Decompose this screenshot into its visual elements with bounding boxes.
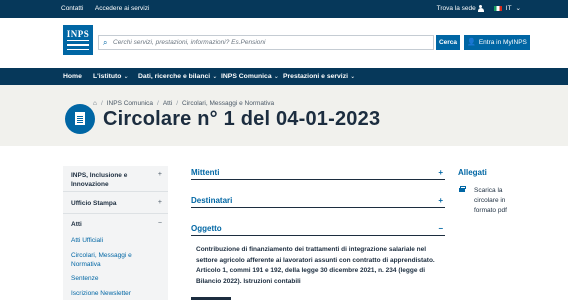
top-links: Contatti Accedere ai servizi (61, 5, 159, 12)
chevron-down-icon: ⌄ (123, 74, 129, 80)
top-utility-bar: Contatti Accedere ai servizi Trova la se… (0, 0, 568, 18)
sidebar-subitem-circolari[interactable]: Circolari, Messaggi e Normativa (71, 251, 161, 269)
sidebar-item-label: INPS, Inclusione e Innovazione (71, 172, 128, 188)
sidebar-item-ufficio-stampa[interactable]: Ufficio Stampa + (63, 192, 168, 214)
sidebar-item-label: Atti (71, 221, 82, 228)
breadcrumb-item[interactable]: INPS Comunica (107, 100, 153, 107)
sidebar-item-label: Ufficio Stampa (71, 200, 117, 207)
sidebar-subitem-sentenze[interactable]: Sentenze (71, 274, 98, 283)
breadcrumb-item-current[interactable]: Circolari, Messaggi e Normativa (182, 100, 274, 107)
myinps-login-button[interactable]: 👤 Entra in MyINPS (464, 35, 530, 50)
inps-logo[interactable]: INPS (63, 25, 93, 55)
expand-icon[interactable]: + (158, 199, 162, 206)
trova-sede-link[interactable]: Trova la sede (437, 5, 476, 12)
chevron-down-icon: ⌄ (273, 74, 279, 80)
breadcrumb-separator: / (100, 100, 103, 107)
chevron-down-icon: ⌄ (349, 74, 356, 80)
sidebar-item-inclusione[interactable]: INPS, Inclusione e Innovazione + (63, 166, 168, 192)
nav-item-dati-ricerche[interactable]: Dati, ricerche e bilanci ⌄ (138, 73, 217, 80)
search-input[interactable] (113, 37, 429, 48)
document-icon (65, 104, 95, 134)
expand-icon[interactable]: + (438, 168, 443, 177)
expand-icon[interactable]: + (438, 196, 443, 205)
accordion-destinatari[interactable]: Destinatari + (191, 196, 445, 208)
nav-label: Home (63, 73, 82, 80)
nav-item-inps-comunica[interactable]: INPS Comunica ⌄ (221, 73, 279, 80)
accedere-servizi-link[interactable]: Accedere ai servizi (95, 5, 150, 12)
collapse-icon[interactable]: − (438, 224, 443, 233)
language-selector[interactable]: IT (506, 5, 512, 12)
accordion-mittenti[interactable]: Mittenti + (191, 168, 445, 180)
user-icon: 👤 (467, 39, 476, 46)
nav-item-prestazioni[interactable]: Prestazioni e servizi ⌄ (283, 73, 355, 80)
logo-text: INPS (66, 29, 90, 39)
download-pdf-link[interactable]: Scarica la circolare in formato pdf (474, 186, 524, 216)
sidebar-subitem-newsletter[interactable]: Iscrizione Newsletter (71, 289, 131, 298)
main-navigation: Home L'istituto ⌄ Dati, ricerche e bilanc… (0, 68, 568, 85)
next-section-heading (191, 295, 231, 300)
collapse-icon[interactable]: − (158, 220, 162, 227)
nav-label: Dati, ricerche e bilanci (138, 73, 211, 80)
italian-flag-icon (493, 5, 502, 11)
search-icon: ⌕ (103, 38, 108, 47)
accordion-oggetto[interactable]: Oggetto − (191, 224, 445, 236)
breadcrumb: ⌂ / INPS Comunica / Atti / Circolari, Messaggi… (93, 100, 274, 107)
search-button[interactable]: Cerca (436, 35, 460, 50)
expand-icon[interactable]: + (158, 171, 162, 178)
contatti-link[interactable]: Contatti (61, 5, 83, 12)
nav-label: L'istituto (93, 73, 122, 80)
breadcrumb-item[interactable]: Atti (163, 100, 172, 107)
nav-item-home[interactable]: Home (63, 73, 82, 80)
breadcrumb-separator: / (176, 100, 179, 107)
page-title: Circolare n° 1 del 04-01-2023 (103, 108, 381, 130)
myinps-label: Entra in MyINPS (478, 39, 527, 46)
download-icon (459, 186, 466, 192)
nav-label: INPS Comunica (221, 73, 272, 80)
sidebar-subitem-atti-ufficiali[interactable]: Atti Ufficiali (71, 236, 103, 245)
chevron-down-icon: ⌄ (515, 5, 521, 12)
nav-item-istituto[interactable]: L'istituto ⌄ (93, 73, 128, 80)
chevron-down-icon: ⌄ (212, 74, 218, 80)
sidebar-item-atti[interactable]: Atti − (63, 214, 168, 232)
person-icon (477, 4, 484, 12)
home-icon[interactable]: ⌂ (93, 100, 97, 107)
logo-lines (67, 40, 89, 50)
paper-shape (75, 112, 85, 125)
nav-label: Prestazioni e servizi (283, 73, 348, 80)
accordion-label: Mittenti (191, 168, 220, 177)
accordion-label: Destinatari (191, 196, 233, 205)
site-header: INPS ⌕ Cerca 👤Entra in MyINPS (0, 18, 568, 68)
breadcrumb-separator: / (157, 100, 159, 107)
search-box: ⌕ (98, 35, 434, 50)
accordion-label: Oggetto (191, 224, 222, 233)
top-right-tools: Trova la sede IT ⌄ (433, 4, 521, 12)
sidebar-menu: INPS, Inclusione e Innovazione + Ufficio… (63, 166, 168, 300)
oggetto-description: Contribuzione di finanziamento dei tratt… (196, 246, 435, 285)
allegati-heading: Allegati (458, 168, 487, 177)
